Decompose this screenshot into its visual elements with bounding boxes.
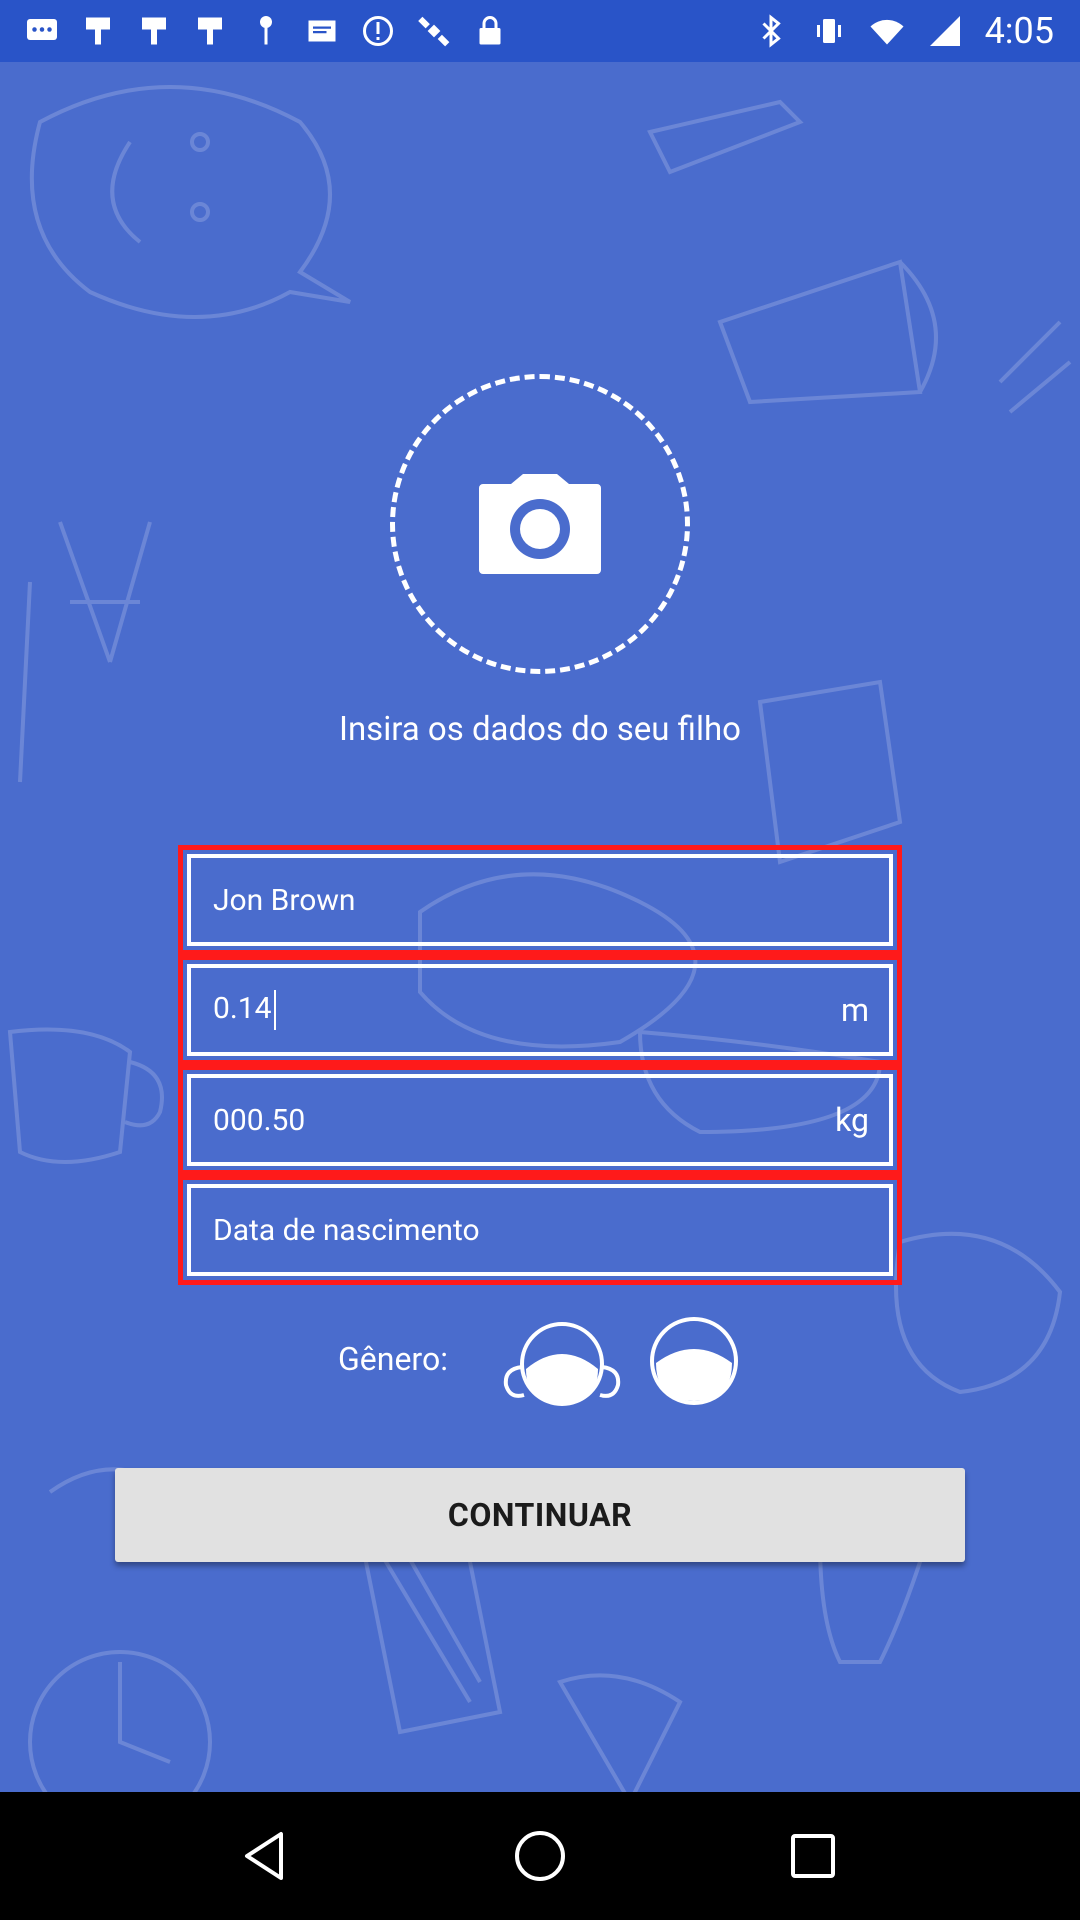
messages-icon — [24, 13, 60, 49]
alert-icon — [360, 13, 396, 49]
weight-input[interactable]: 000.50 kg — [187, 1074, 893, 1166]
home-circle-icon — [514, 1831, 565, 1881]
recents-square-icon — [791, 1834, 836, 1878]
height-field-wrapper: 0.14 m — [178, 955, 902, 1065]
birth-date-placeholder: Data de nascimento — [213, 1212, 480, 1248]
vibrate-icon — [811, 13, 847, 49]
height-value: 0.14 — [213, 990, 272, 1026]
child-name-field-wrapper: Jon Brown — [178, 845, 902, 955]
sim-icon — [304, 13, 340, 49]
birth-date-input[interactable]: Data de nascimento — [187, 1184, 893, 1276]
recents-button[interactable] — [773, 1816, 853, 1896]
main-content: Insira os dados do seu filho Jon Brown 0… — [0, 62, 1080, 1792]
back-button[interactable] — [227, 1816, 307, 1896]
notification-icons — [0, 13, 508, 49]
bluetooth-icon — [753, 13, 789, 49]
wifi-icon — [869, 13, 905, 49]
continue-button[interactable]: CONTINUAR — [115, 1468, 965, 1562]
status-bar: 4:05 — [0, 0, 1080, 62]
flag-icon — [80, 13, 116, 49]
boy-icon — [650, 1317, 738, 1405]
lock-icon — [472, 13, 508, 49]
signal-icon — [927, 13, 963, 49]
flag-icon — [192, 13, 228, 49]
weight-unit: kg — [835, 1101, 869, 1139]
child-name-value: Jon Brown — [213, 882, 356, 918]
text-cursor — [273, 990, 276, 1030]
weight-field-wrapper: 000.50 kg — [178, 1065, 902, 1175]
height-input[interactable]: 0.14 m — [187, 964, 893, 1056]
height-value-container: 0.14 — [213, 990, 841, 1030]
key-icon — [248, 13, 284, 49]
photo-picker-button[interactable] — [390, 374, 690, 674]
height-unit: m — [840, 991, 869, 1029]
navigation-bar — [0, 1792, 1080, 1920]
home-button[interactable] — [500, 1816, 580, 1896]
clock: 4:05 — [984, 10, 1054, 52]
birth-date-field-wrapper: Data de nascimento — [178, 1175, 902, 1285]
satellite-icon — [416, 13, 452, 49]
gender-girl-option[interactable] — [500, 1317, 624, 1409]
gender-boy-option[interactable] — [648, 1315, 740, 1407]
form-instruction: Insira os dados do seu filho — [338, 710, 741, 749]
back-triangle-icon — [244, 1832, 283, 1880]
girl-icon — [503, 1322, 621, 1406]
weight-value: 000.50 — [213, 1102, 306, 1138]
child-name-input[interactable]: Jon Brown — [187, 854, 893, 946]
camera-icon — [479, 474, 601, 574]
flag-icon — [136, 13, 172, 49]
gender-label: Gênero: — [338, 1340, 448, 1378]
system-icons: 4:05 — [753, 10, 1080, 52]
